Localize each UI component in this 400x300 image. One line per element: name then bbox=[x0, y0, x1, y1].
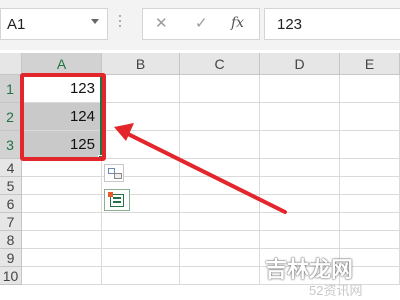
cell-e3[interactable] bbox=[340, 131, 400, 159]
cell-c6[interactable] bbox=[180, 195, 260, 213]
column-header-b[interactable]: B bbox=[102, 53, 180, 75]
row-header-1[interactable]: 1 bbox=[0, 75, 22, 103]
cell-a7[interactable] bbox=[22, 213, 102, 231]
cell-c5[interactable] bbox=[180, 177, 260, 195]
cell-a10[interactable] bbox=[22, 267, 102, 285]
cell-d7[interactable] bbox=[260, 213, 340, 231]
cell-d5[interactable] bbox=[260, 177, 340, 195]
quick-analysis-icon[interactable] bbox=[104, 189, 130, 211]
cell-e2[interactable] bbox=[340, 103, 400, 131]
cell-d4[interactable] bbox=[260, 159, 340, 177]
cell-a4[interactable] bbox=[22, 159, 102, 177]
cell-d6[interactable] bbox=[260, 195, 340, 213]
name-box[interactable]: A1 bbox=[0, 8, 108, 40]
row-header-5[interactable]: 5 bbox=[0, 177, 22, 195]
autofill-options-icon[interactable] bbox=[104, 164, 124, 182]
cell-b8[interactable] bbox=[102, 231, 180, 249]
cell-e7[interactable] bbox=[340, 213, 400, 231]
cell-b9[interactable] bbox=[102, 249, 180, 267]
cancel-icon[interactable]: ✕ bbox=[155, 14, 168, 32]
cell-e5[interactable] bbox=[340, 177, 400, 195]
cell-c2[interactable] bbox=[180, 103, 260, 131]
cell-a5[interactable] bbox=[22, 177, 102, 195]
cell-d3[interactable] bbox=[260, 131, 340, 159]
row-header-6[interactable]: 6 bbox=[0, 195, 22, 213]
formula-input[interactable]: 123 bbox=[264, 8, 400, 40]
column-header-e[interactable]: E bbox=[340, 53, 400, 75]
formula-value: 123 bbox=[277, 16, 303, 33]
cell-c1[interactable] bbox=[180, 75, 260, 103]
formula-bar: A1 ✕ ✓ fx 123 bbox=[0, 0, 400, 50]
row-header-9[interactable]: 9 bbox=[0, 249, 22, 267]
cell-a8[interactable] bbox=[22, 231, 102, 249]
cell-e1[interactable] bbox=[340, 75, 400, 103]
cell-b3[interactable] bbox=[102, 131, 180, 159]
cell-a6[interactable] bbox=[22, 195, 102, 213]
cell-b10[interactable] bbox=[102, 267, 180, 285]
column-header-c[interactable]: C bbox=[180, 53, 260, 75]
column-header-a[interactable]: A bbox=[22, 53, 102, 75]
cell-e6[interactable] bbox=[340, 195, 400, 213]
cell-b2[interactable] bbox=[102, 103, 180, 131]
formula-buttons: ✕ ✓ fx bbox=[142, 8, 260, 40]
annotation-highlight-box bbox=[20, 73, 106, 161]
watermark: 吉林龙网 52资讯网 bbox=[265, 252, 395, 298]
cell-c7[interactable] bbox=[180, 213, 260, 231]
cell-d8[interactable] bbox=[260, 231, 340, 249]
name-box-dropdown-icon[interactable] bbox=[91, 19, 99, 24]
cell-c10[interactable] bbox=[180, 267, 260, 285]
insert-function-icon[interactable]: fx bbox=[231, 15, 244, 31]
cell-c3[interactable] bbox=[180, 131, 260, 159]
row-header-8[interactable]: 8 bbox=[0, 231, 22, 249]
cell-c9[interactable] bbox=[180, 249, 260, 267]
column-header-d[interactable]: D bbox=[260, 53, 340, 75]
select-all-corner[interactable] bbox=[0, 53, 22, 75]
row-header-7[interactable]: 7 bbox=[0, 213, 22, 231]
cell-c4[interactable] bbox=[180, 159, 260, 177]
row-header-4[interactable]: 4 bbox=[0, 159, 22, 177]
cell-e8[interactable] bbox=[340, 231, 400, 249]
enter-icon[interactable]: ✓ bbox=[195, 14, 208, 32]
cell-d1[interactable] bbox=[260, 75, 340, 103]
row-header-3[interactable]: 3 bbox=[0, 131, 22, 159]
cell-b7[interactable] bbox=[102, 213, 180, 231]
watermark-url: 52资讯网 bbox=[309, 283, 363, 298]
cell-d2[interactable] bbox=[260, 103, 340, 131]
formula-bar-resize-handle[interactable] bbox=[118, 12, 122, 36]
row-header-2[interactable]: 2 bbox=[0, 103, 22, 131]
cell-c8[interactable] bbox=[180, 231, 260, 249]
watermark-logo: 吉林龙网 bbox=[265, 258, 354, 283]
cell-e4[interactable] bbox=[340, 159, 400, 177]
cell-b1[interactable] bbox=[102, 75, 180, 103]
name-box-value: A1 bbox=[7, 16, 26, 33]
row-header-10[interactable]: 10 bbox=[0, 267, 22, 285]
cell-a9[interactable] bbox=[22, 249, 102, 267]
